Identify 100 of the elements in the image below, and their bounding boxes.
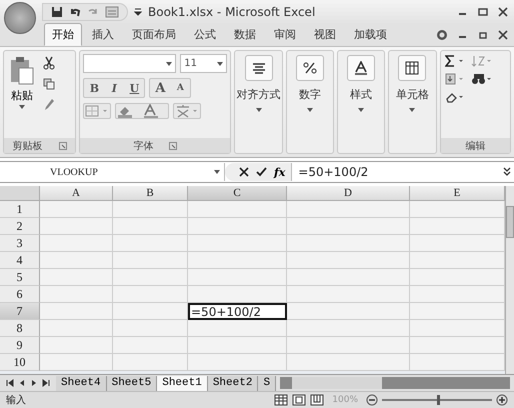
font-size-field[interactable]: 11 [180, 54, 228, 73]
name-box[interactable]: VLOOKUP [0, 163, 225, 181]
table-cell[interactable] [287, 320, 410, 337]
launcher-icon[interactable] [169, 142, 178, 150]
sheet-tab[interactable]: Sheet1 [157, 376, 208, 390]
restore-icon[interactable] [478, 30, 488, 40]
table-cell[interactable] [113, 303, 188, 320]
table-cell[interactable] [410, 269, 505, 286]
cancel-icon[interactable] [239, 167, 249, 177]
table-cell[interactable] [40, 286, 113, 303]
vertical-scrollbar[interactable] [505, 186, 514, 374]
table-cell[interactable] [287, 303, 410, 320]
underline-button[interactable]: U [124, 79, 144, 97]
binoculars-icon[interactable] [470, 73, 493, 85]
table-cell[interactable] [188, 252, 287, 269]
table-cell[interactable] [40, 252, 113, 269]
customize-icon[interactable] [134, 8, 142, 16]
table-cell[interactable] [40, 337, 113, 354]
italic-button[interactable]: I [104, 79, 124, 97]
normal-view-icon[interactable] [274, 394, 288, 406]
row-header[interactable]: 3 [0, 235, 40, 252]
caret-icon[interactable] [166, 62, 172, 66]
column-header[interactable]: E [410, 186, 505, 201]
table-cell[interactable] [410, 218, 505, 235]
shrink-font-button[interactable]: A [170, 79, 190, 97]
caret-icon[interactable] [19, 105, 25, 109]
table-cell[interactable] [287, 218, 410, 235]
page-layout-icon[interactable] [292, 394, 306, 406]
table-cell[interactable] [410, 286, 505, 303]
first-sheet-icon[interactable] [6, 379, 14, 387]
row-header[interactable]: 10 [0, 354, 40, 371]
column-header[interactable]: A [40, 186, 113, 201]
bold-button[interactable]: B [84, 79, 104, 97]
column-header[interactable]: C [188, 186, 287, 201]
caret-icon[interactable] [217, 62, 224, 66]
table-cell[interactable] [188, 269, 287, 286]
insert-function-button[interactable]: fx [274, 166, 286, 178]
row-header[interactable]: 8 [0, 320, 40, 337]
table-cell[interactable] [113, 218, 188, 235]
ribbon-tab[interactable]: 公式 [186, 23, 224, 46]
font-name-field[interactable] [83, 54, 176, 73]
paste-button[interactable]: 粘贴 [7, 54, 37, 135]
brush-icon[interactable] [43, 98, 55, 112]
styles-button[interactable]: 样式 [338, 51, 384, 153]
table-cell[interactable] [113, 354, 188, 371]
number-button[interactable]: 数字 [286, 51, 333, 153]
ribbon-tab[interactable]: 页面布局 [124, 23, 184, 46]
table-cell[interactable] [287, 269, 410, 286]
undo-icon[interactable] [69, 6, 81, 18]
sheet-tab[interactable]: S [258, 376, 276, 390]
ribbon-tab[interactable]: 加载项 [346, 23, 395, 46]
table-cell[interactable] [188, 320, 287, 337]
next-sheet-icon[interactable] [30, 379, 38, 387]
table-cell[interactable] [188, 218, 287, 235]
ribbon-tab[interactable]: 审阅 [266, 23, 304, 46]
row-header[interactable]: 9 [0, 337, 40, 354]
table-cell[interactable]: =50+100/2 [188, 303, 287, 320]
table-cell[interactable] [287, 235, 410, 252]
form-icon[interactable] [105, 6, 119, 18]
zoom-out-icon[interactable] [366, 394, 378, 406]
table-cell[interactable] [287, 354, 410, 371]
row-header[interactable]: 1 [0, 201, 40, 218]
ribbon-tab[interactable]: 视图 [306, 23, 344, 46]
table-cell[interactable] [410, 320, 505, 337]
close-icon[interactable] [498, 30, 508, 40]
row-header[interactable]: 4 [0, 252, 40, 269]
table-cell[interactable] [287, 337, 410, 354]
help-icon[interactable] [436, 29, 448, 41]
formula-input[interactable]: =50+100/2 [292, 165, 503, 179]
table-cell[interactable] [410, 252, 505, 269]
row-header[interactable]: 2 [0, 218, 40, 235]
launcher-icon[interactable] [58, 142, 67, 150]
table-cell[interactable] [188, 337, 287, 354]
table-cell[interactable] [40, 320, 113, 337]
table-cell[interactable] [410, 201, 505, 218]
table-cell[interactable] [40, 269, 113, 286]
row-header[interactable]: 5 [0, 269, 40, 286]
copy-icon[interactable] [43, 78, 55, 90]
expand-icon[interactable] [503, 167, 511, 177]
caret-icon[interactable] [409, 108, 416, 112]
select-all-button[interactable] [0, 186, 40, 201]
column-header[interactable]: B [113, 186, 188, 201]
table-cell[interactable] [287, 201, 410, 218]
check-icon[interactable] [256, 167, 267, 177]
table-cell[interactable] [113, 235, 188, 252]
maximize-icon[interactable] [478, 7, 488, 17]
caret-icon[interactable] [256, 108, 262, 112]
scissors-icon[interactable] [43, 56, 55, 70]
zoom-in-icon[interactable] [496, 394, 508, 406]
table-cell[interactable] [113, 320, 188, 337]
row-header[interactable]: 6 [0, 286, 40, 303]
last-sheet-icon[interactable] [42, 379, 50, 387]
column-header[interactable]: D [287, 186, 410, 201]
table-cell[interactable] [188, 354, 287, 371]
caret-icon[interactable] [306, 108, 313, 112]
table-cell[interactable] [188, 201, 287, 218]
table-cell[interactable] [113, 337, 188, 354]
table-cell[interactable] [40, 303, 113, 320]
previous-sheet-icon[interactable] [18, 379, 26, 387]
ribbon-tab[interactable]: 开始 [44, 23, 82, 46]
